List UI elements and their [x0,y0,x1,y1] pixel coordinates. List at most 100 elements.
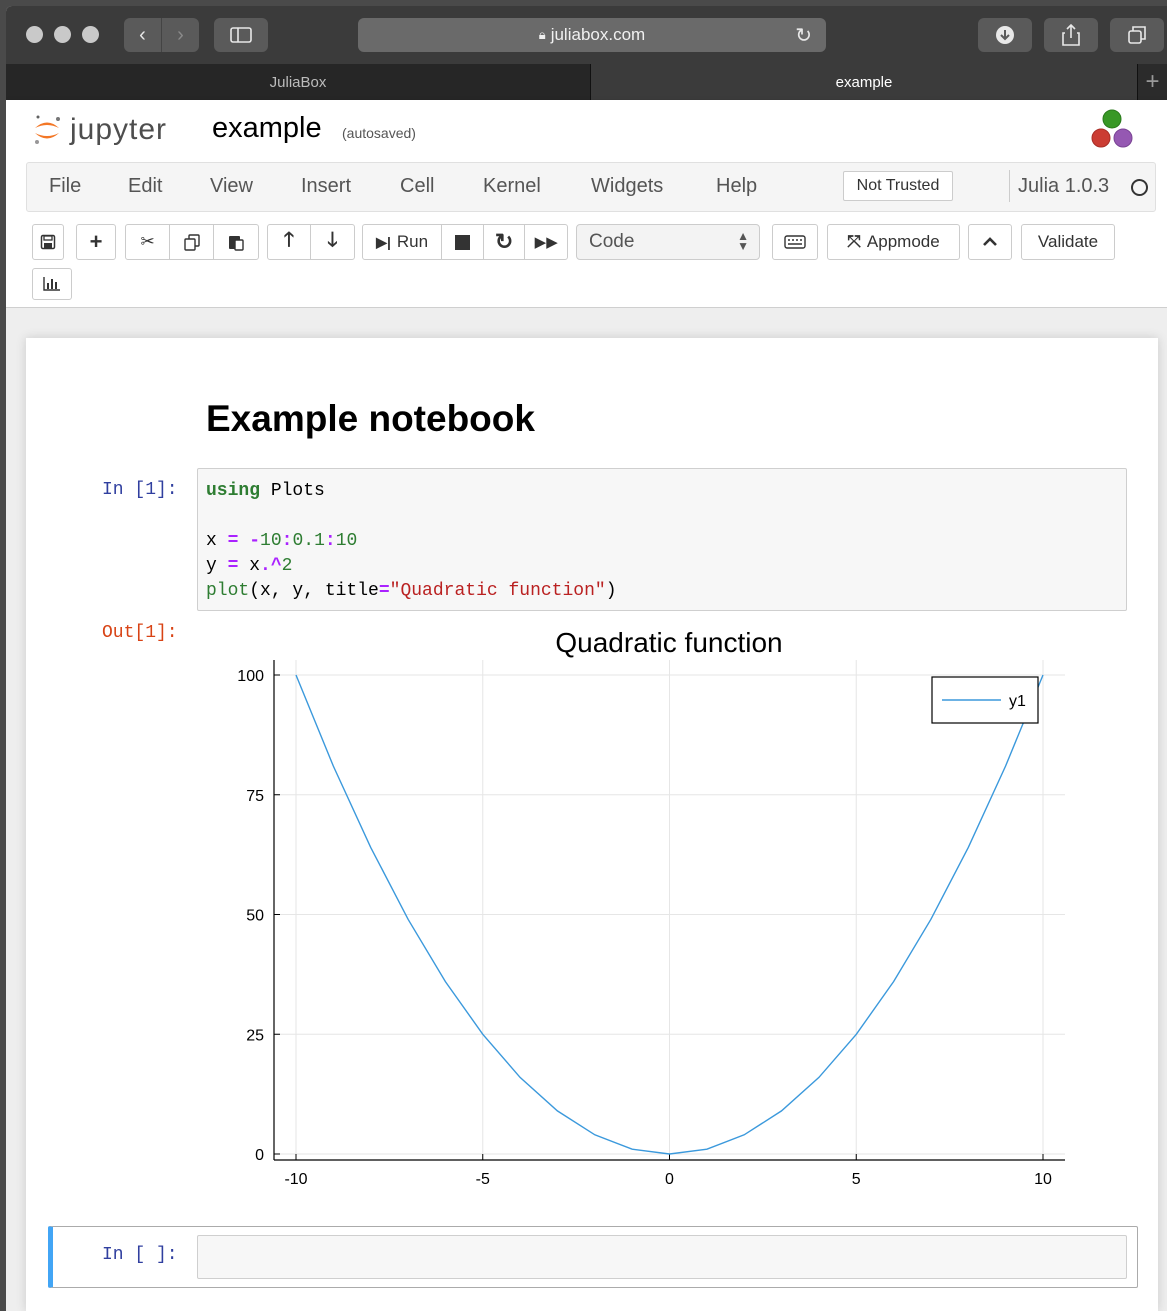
select-updown-icon: ▲ ▼ [737,229,749,253]
y-tick-label: 100 [237,668,264,685]
legend-label: y1 [1009,693,1026,710]
x-tick-label: 10 [1034,1171,1052,1188]
menu-view[interactable]: View [210,175,253,198]
cell2[interactable]: In [ ]: [48,1226,1138,1288]
insert-group: + [76,224,116,260]
run-group: ▶︎| Run ↻ ▶▶ [362,224,568,260]
zoom-window-button[interactable] [82,26,99,43]
notebook-page: Example notebook In [1]: using Plots x =… [26,338,1158,1311]
cut-scissors-icon[interactable]: ✂ [126,225,171,259]
minimize-window-button[interactable] [54,26,71,43]
browser-titlebar: ‹ › 🔒︎ juliabox.com ↻ [6,6,1167,64]
fast-forward-icon[interactable]: ▶▶ [525,225,567,259]
y-tick-label: 50 [246,908,264,925]
appmode-button[interactable]: ⤧ Appmode [828,225,959,259]
collapse-group [968,224,1012,260]
appmode-label: Appmode [866,232,940,251]
tab-overview-button[interactable] [1110,18,1164,52]
move-group: 🡑 🡓 [267,224,355,260]
move-up-arrow-icon[interactable]: 🡑 [268,225,312,259]
back-icon[interactable]: ‹ [124,18,161,52]
expand-arrows-icon: ⤧ [847,232,861,251]
copy-icon[interactable] [170,225,214,259]
y-tick-label: 75 [246,788,264,805]
close-window-button[interactable] [26,26,43,43]
run-button[interactable]: ▶︎| Run [363,225,443,259]
notebook-area: Example notebook In [1]: using Plots x =… [6,308,1167,1311]
x-tick-label: -10 [284,1171,307,1188]
forward-icon[interactable]: › [161,18,199,52]
lock-icon: 🔒︎ [538,27,546,42]
keyboard-icon[interactable] [773,225,817,259]
browser-tabbar: JuliaBox example + [6,64,1167,100]
browser-window: ‹ › 🔒︎ juliabox.com ↻ JuliaBox example + [6,6,1167,1311]
cell1-output-prompt: Out[1]: [102,623,178,643]
autosave-status: (autosaved) [342,125,416,141]
tabs-icon [1128,26,1146,44]
menu-widgets[interactable]: Widgets [591,175,663,198]
run-label: Run [396,232,429,251]
cell1-input-prompt: In [1]: [102,480,178,500]
menu-cell[interactable]: Cell [400,175,434,198]
code-line-1: using Plots [206,481,325,501]
share-button[interactable] [1044,18,1098,52]
chart-title: Quadratic function [555,627,782,658]
reload-icon[interactable]: ↻ [795,23,812,48]
kernel-idle-indicator-icon [1131,179,1148,196]
insert-cell-plus-icon[interactable]: + [77,225,115,259]
trust-status-button[interactable]: Not Trusted [843,171,953,201]
jupyter-logo[interactable]: jupyter [32,108,167,152]
x-tick-label: 0 [665,1171,674,1188]
code-line-3: x = -10:0.1:10 [206,531,358,551]
paste-icon[interactable] [214,225,258,259]
chart-axes: -10 -5 0 5 100255075100 [237,660,1065,1188]
validate-button[interactable]: Validate [1022,225,1114,259]
download-icon [996,26,1014,44]
x-tick-label: -5 [476,1171,490,1188]
cell2-code-editor[interactable] [197,1235,1127,1279]
move-down-arrow-icon[interactable]: 🡓 [311,225,354,259]
save-icon[interactable] [33,225,63,259]
cell-type-select[interactable]: Code ▲ ▼ [576,224,760,260]
validate-group: Validate [1021,224,1115,260]
chart-legend: y1 [931,676,1039,724]
chart-group [32,268,72,300]
keyboard-group [772,224,818,260]
sidebar-toggle-button[interactable] [214,18,268,52]
code-line-4: y = x.^2 [206,556,293,576]
new-tab-icon[interactable]: + [1137,64,1167,100]
y-tick-label: 25 [246,1027,264,1044]
jupyter-header: jupyter example (autosaved) File Edit Vi… [6,100,1167,308]
notebook-name[interactable]: example [212,112,322,145]
bar-chart-icon[interactable] [33,269,71,299]
kernel-name: Julia 1.0.3 [1009,170,1109,202]
chart-grid [274,660,1065,1160]
menu-kernel[interactable]: Kernel [483,175,541,198]
tab-example[interactable]: example [591,64,1137,100]
menu-file[interactable]: File [49,175,81,198]
appmode-group: ⤧ Appmode [827,224,960,260]
menu-bar: File Edit View Insert Cell Kernel Widget… [26,162,1156,212]
code-line-5: plot(x, y, title="Quadratic function") [206,581,617,601]
downloads-button[interactable] [978,18,1032,52]
clipboard-group: ✂ [125,224,259,260]
restart-icon[interactable]: ↻ [484,225,526,259]
cell1-code-editor[interactable]: using Plots x = -10:0.1:10 y = x.^2 plot… [197,468,1127,611]
jupyter-logo-icon [35,115,60,144]
tab-juliabox[interactable]: JuliaBox [6,64,591,100]
address-bar[interactable]: 🔒︎ juliabox.com ↻ [358,18,826,52]
quadratic-plot: Quadratic function -10 -5 0 5 100255075100 y… [237,627,1065,1188]
run-step-icon: ▶︎| [376,233,391,250]
menu-insert[interactable]: Insert [301,175,351,198]
chevron-up-icon[interactable] [969,225,1011,259]
address-text: juliabox.com [550,25,646,44]
menu-help[interactable]: Help [716,175,757,198]
cell2-input-prompt: In [ ]: [102,1245,178,1265]
save-group [32,224,64,260]
stop-square-icon[interactable] [442,225,484,259]
menu-edit[interactable]: Edit [128,175,162,198]
markdown-heading[interactable]: Example notebook [206,398,535,440]
cell-type-value: Code [589,231,635,252]
julia-kernel-logo-icon [1091,109,1133,148]
x-tick-label: 5 [852,1171,861,1188]
